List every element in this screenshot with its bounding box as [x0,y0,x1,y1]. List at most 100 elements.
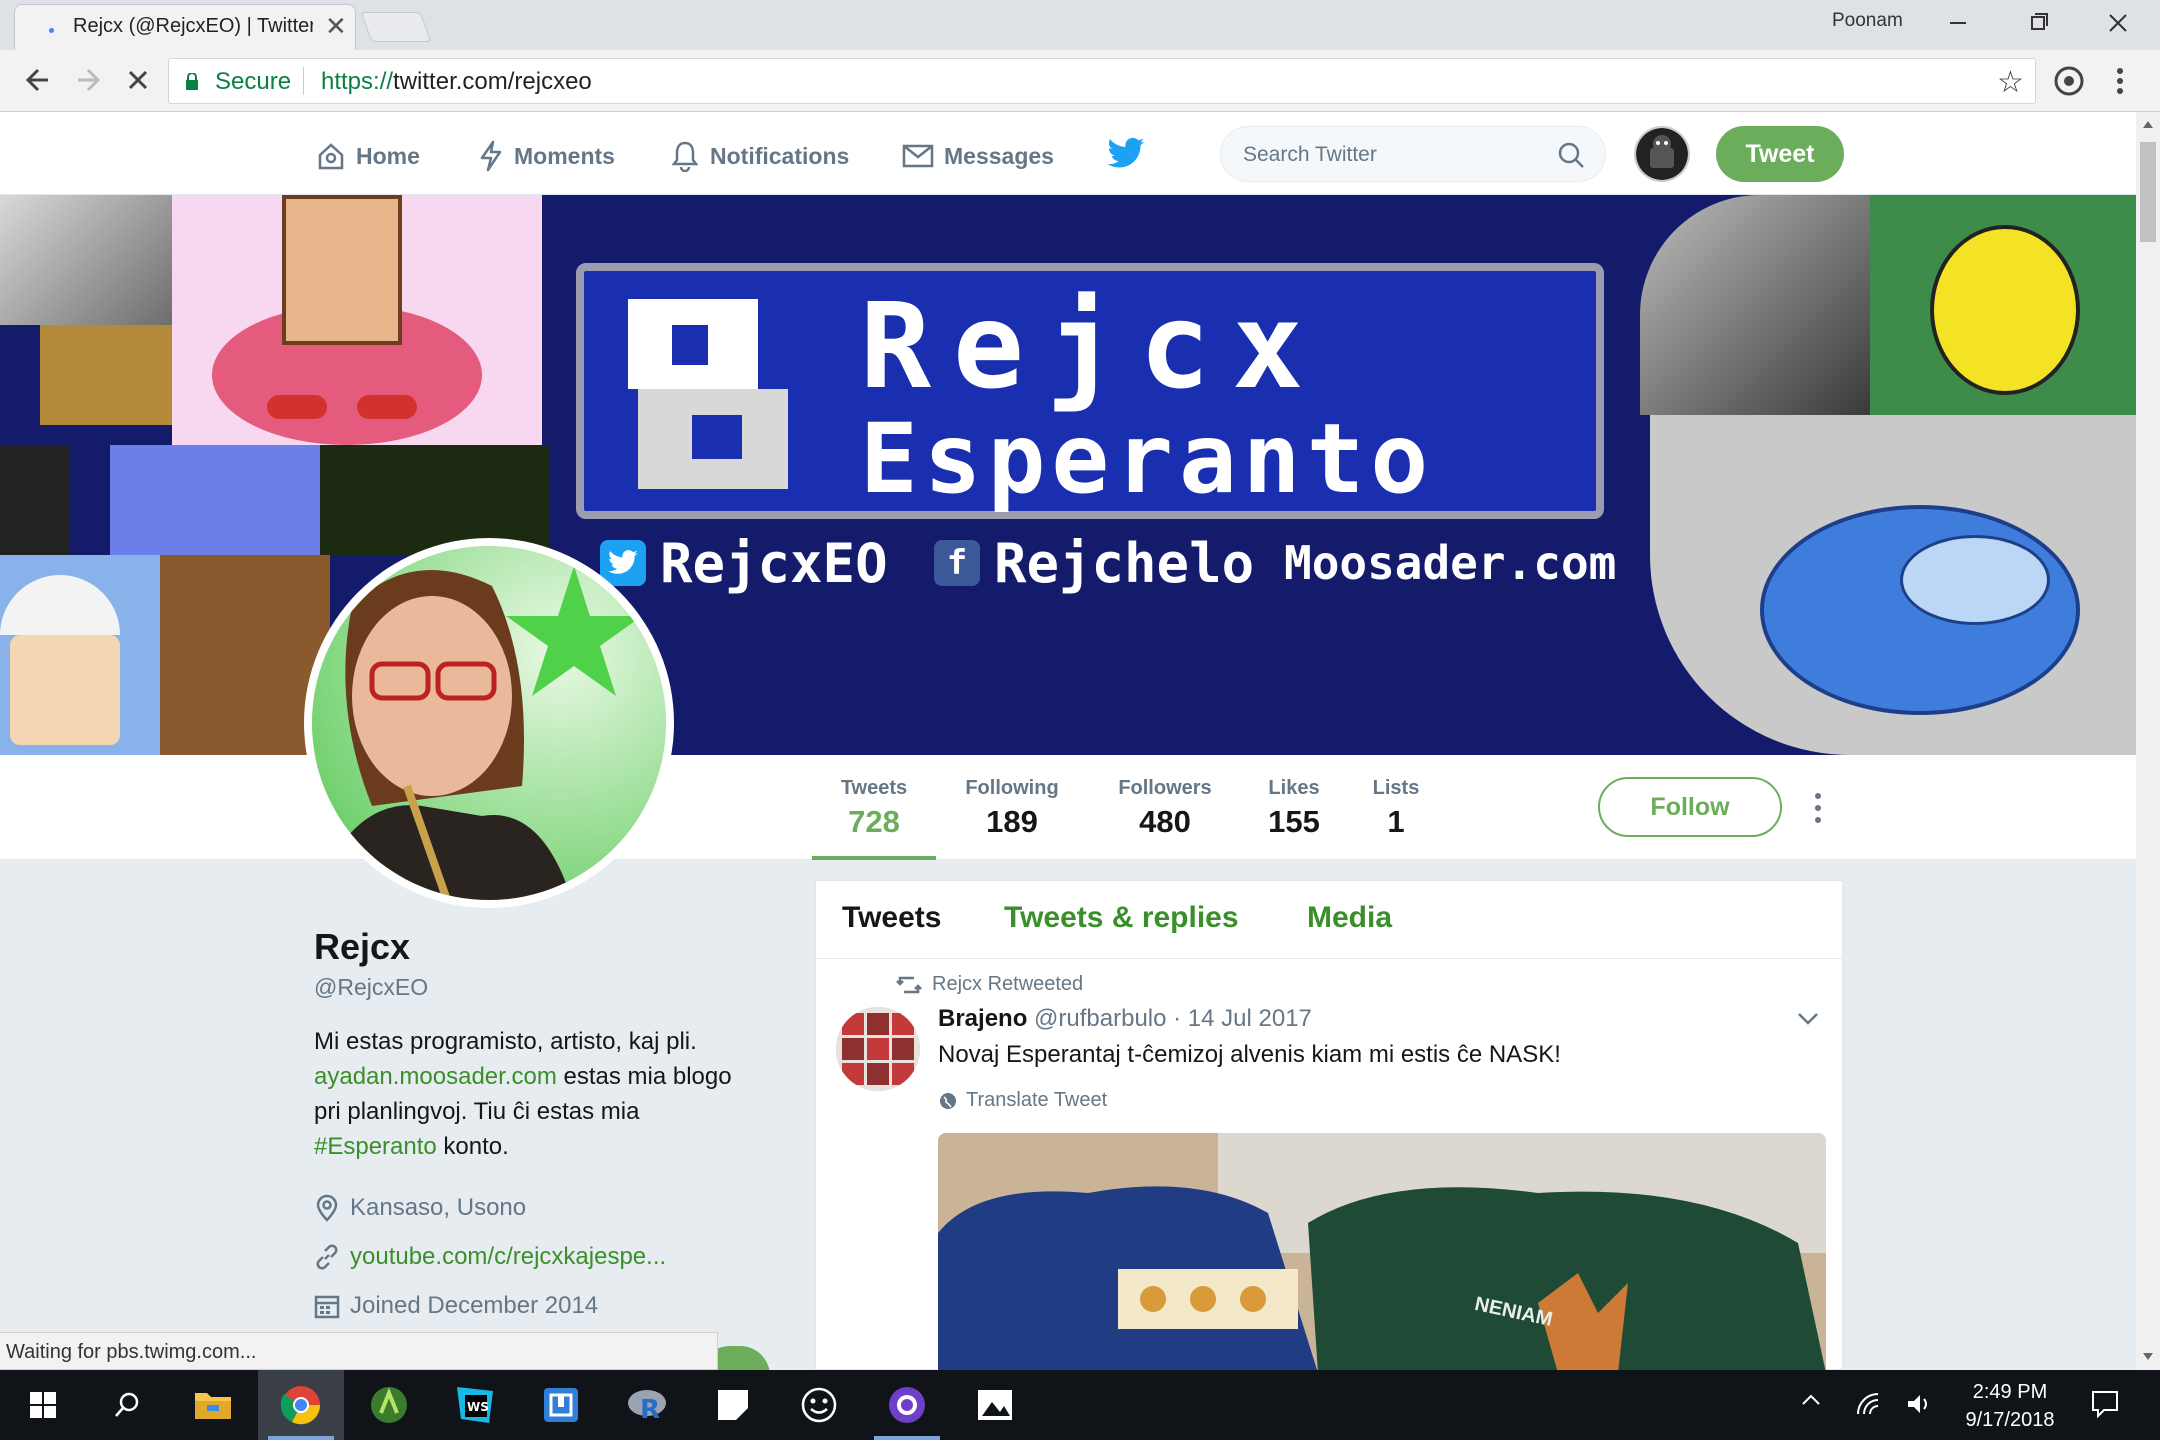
nav-messages[interactable]: Messages [902,140,1054,172]
tweet-button[interactable]: Tweet [1716,126,1844,182]
chevron-down-icon[interactable] [1796,1011,1820,1027]
search-icon[interactable] [84,1370,170,1440]
tab-tweets-replies[interactable]: Tweets & replies [1004,901,1239,935]
nav-notifications[interactable]: Notifications [670,140,849,172]
profile-name[interactable]: Poonam [1832,10,1903,32]
sticky-notes-icon[interactable] [690,1370,776,1440]
bio-hashtag[interactable]: #Esperanto [314,1133,437,1160]
new-tab-button[interactable] [360,12,432,42]
tweet-author-handle[interactable]: @rufbarbulo [1034,1005,1166,1032]
tab-tweets[interactable]: Tweets [842,901,941,935]
close-window-button[interactable] [2078,0,2158,46]
windows-start-icon[interactable] [0,1370,86,1440]
banner-spaceship-tile [1650,415,2136,755]
app-icon[interactable] [518,1370,604,1440]
banner-twitter: RejcxEO [600,532,888,595]
url-field[interactable]: Secure https://twitter.com/rejcxeo ☆ [168,58,2036,104]
banner-sprite-tile [110,445,320,555]
wifi-icon[interactable] [1856,1392,1882,1416]
stat-label: Tweets [840,777,908,799]
volume-icon[interactable] [1906,1392,1934,1416]
stat-label: Lists [1372,777,1420,799]
clock-time: 2:49 PM [1972,1381,2048,1403]
stat-value: 155 [1268,804,1320,839]
profile-handle[interactable]: @RejcxEO [314,974,428,1001]
stat-lists[interactable]: Lists 1 [1364,777,1428,840]
bio-text: konto. [436,1133,509,1160]
nav-moments[interactable]: Moments [478,140,615,172]
tweet-author-avatar[interactable] [836,1007,920,1091]
android-studio-icon[interactable] [346,1370,432,1440]
follow-button[interactable]: Follow [1598,777,1782,837]
url-scheme: https:// [321,68,394,95]
twitter-top-nav: Home Moments Notifications Messages Sear… [0,112,2136,195]
search-input[interactable]: Search Twitter [1220,126,1606,182]
emoji-app-icon[interactable] [776,1370,862,1440]
search-icon[interactable] [1557,141,1585,169]
bio-text: Mi estas programisto, artisto, kaj pli. [314,1028,697,1055]
nav-messages-label: Messages [944,142,1054,169]
github-icon[interactable] [864,1370,950,1440]
restore-button[interactable] [1998,0,2078,46]
banner-logo: Rejcx Esperanto [576,263,1604,519]
tweet-text: Novaj Esperantaj t-ĉemizoj alvenis kiam … [938,1041,1561,1068]
minimize-button[interactable] [1918,0,1998,46]
page-scrollbar[interactable] [2136,112,2160,1370]
stat-tweets[interactable]: Tweets 728 [830,777,918,840]
tweet-image[interactable]: NENIAM [938,1133,1826,1373]
action-center-icon[interactable] [2090,1388,2120,1418]
more-options-icon[interactable] [1812,791,1824,825]
banner-forest-tile [320,445,550,555]
chrome-icon[interactable] [258,1370,344,1440]
stat-value: 189 [986,804,1038,839]
tweet-header: Brajeno @rufbarbulo · 14 Jul 2017 [938,1005,1312,1033]
url-text[interactable]: https://twitter.com/rejcxeo [321,68,592,96]
account-avatar[interactable] [1634,126,1690,182]
active-stat-indicator [812,856,936,860]
stat-label: Followers [1118,777,1212,799]
url-path: twitter.com/rejcxeo [393,68,592,95]
stop-loading-button[interactable] [118,60,158,100]
scrollbar-thumb[interactable] [2140,142,2156,242]
profile-location: Kansaso, Usono [314,1192,526,1224]
stat-following[interactable]: Following 189 [956,777,1068,840]
scroll-up-icon[interactable] [2142,120,2154,130]
clock-date: 9/17/2018 [1965,1409,2055,1431]
profile-joined: Joined December 2014 [314,1290,598,1322]
extension-icon[interactable] [2052,64,2086,98]
tweet-author-name[interactable]: Brajeno [938,1005,1027,1032]
scroll-down-icon[interactable] [2142,1352,2154,1362]
website-link[interactable]: youtube.com/c/rejcxkajespe... [350,1243,666,1271]
nav-home[interactable]: Home [316,140,420,172]
twitter-bird-icon[interactable] [1106,136,1146,172]
back-button[interactable] [18,60,58,100]
forward-button[interactable] [68,60,108,100]
stat-likes[interactable]: Likes 155 [1256,777,1332,840]
bio-link[interactable]: ayadan.moosader.com [314,1063,557,1090]
bookmark-star-icon[interactable]: ☆ [1997,65,2024,100]
tweet-date[interactable]: · 14 Jul 2017 [1173,1005,1312,1032]
tab-media[interactable]: Media [1307,901,1392,935]
profile-avatar[interactable] [304,538,674,908]
r-studio-icon[interactable]: R [604,1370,690,1440]
stat-followers[interactable]: Followers 480 [1110,777,1220,840]
retweet-label: Rejcx Retweeted [932,973,1084,995]
menu-icon[interactable] [2110,64,2130,98]
stat-label: Following [965,777,1059,799]
photos-icon[interactable] [952,1370,1038,1440]
banner-twitter-icon [600,540,646,586]
show-hidden-icons[interactable] [1800,1392,1822,1406]
stat-value: 1 [1387,804,1405,839]
translate-tweet[interactable]: Translate Tweet [938,1089,1107,1112]
banner-pikachu-tile [1870,195,2136,430]
ampersand-icon [618,285,788,505]
browser-tab[interactable]: Rejcx (@RejcxEO) | Twitter ✕ [14,4,356,50]
file-explorer-icon[interactable] [170,1370,256,1440]
system-clock[interactable]: 2:49 PM 9/17/2018 [1950,1378,2070,1434]
close-tab-icon[interactable]: ✕ [325,11,347,42]
webstorm-icon[interactable]: WS [432,1370,518,1440]
loading-icon [49,28,54,33]
banner-cartoon-tile [172,195,542,445]
globe-icon [940,1092,956,1109]
profile-bio: Mi estas programisto, artisto, kaj pli. … [314,1024,754,1164]
